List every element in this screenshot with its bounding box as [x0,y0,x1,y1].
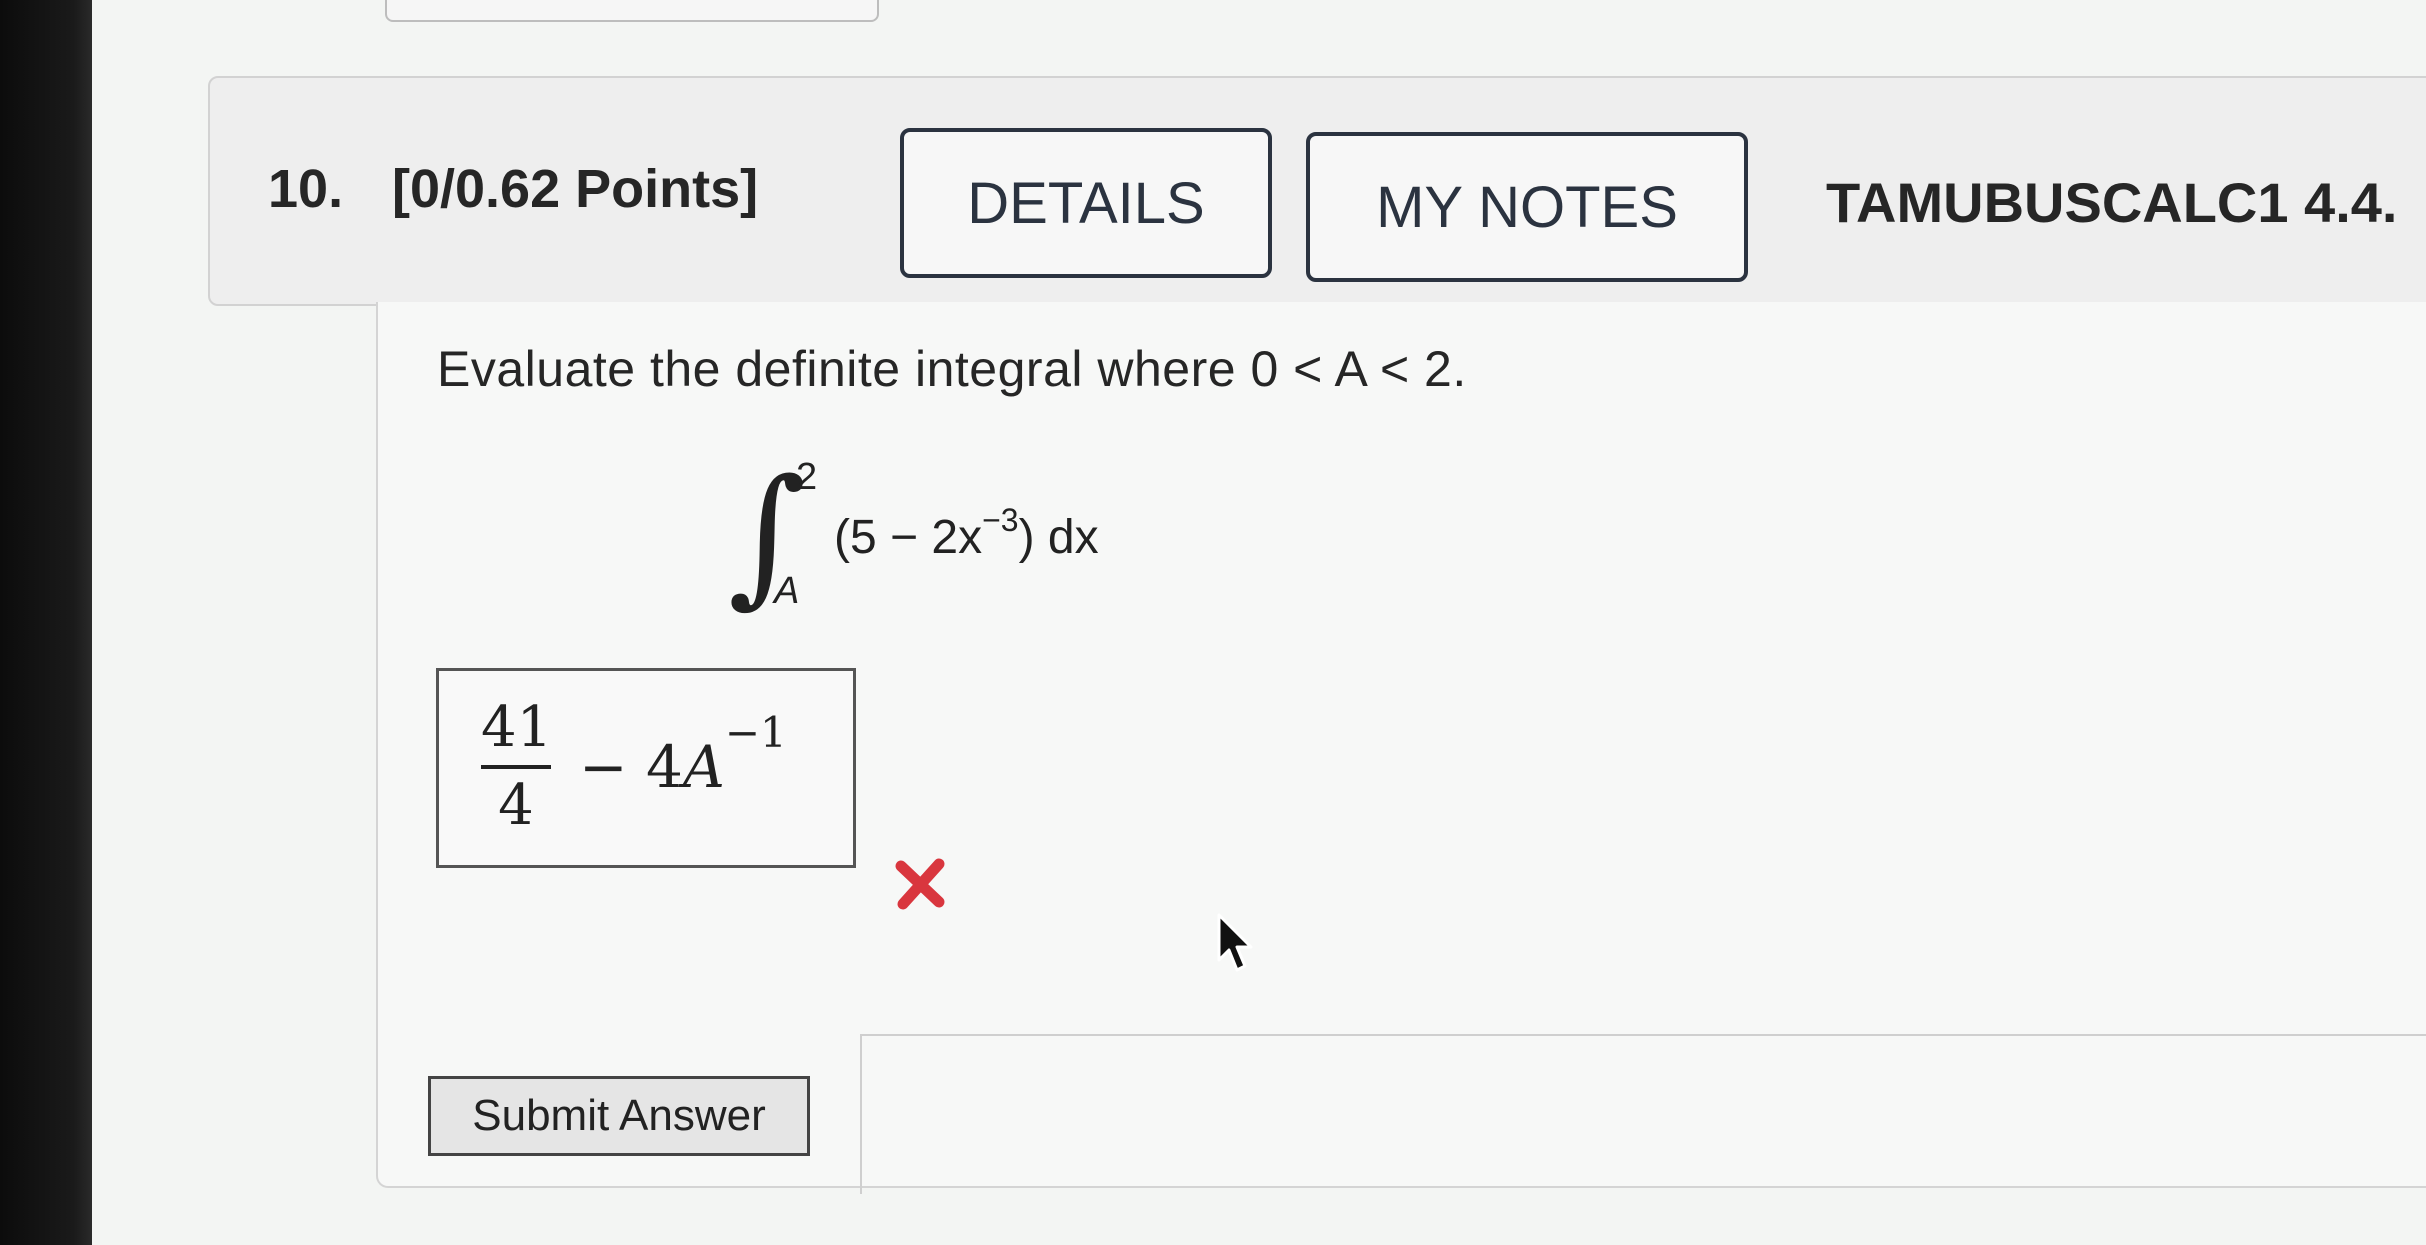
question-number: 10. [268,159,344,219]
mouse-cursor-icon [1217,913,1253,972]
answer-input[interactable]: 41 4 − 4A−1 [436,668,856,868]
integral-upper-limit: 2 [796,456,818,498]
answer-exponent: −1 [724,708,787,757]
integrand-base: (5 − 2x [834,511,983,564]
integrand-exponent: −3 [982,502,1019,538]
panel-divider-vertical [860,1034,862,1194]
problem-prompt: Evaluate the definite integral where 0 <… [437,341,1467,397]
my-notes-button[interactable]: MY NOTES [1306,132,1748,282]
x-mark-icon [895,858,945,910]
answer-coefficient: − 4 [579,733,683,801]
previous-question-panel-edge [385,0,879,22]
answer-term: − 4A−1 [579,712,787,802]
answer-variable: A [682,733,725,801]
screen-bezel [0,0,92,1245]
fraction-denominator: 4 [498,773,534,838]
integral-lower-limit: A [774,570,800,612]
integrand: (5 − 2x−3) dx [834,504,1099,565]
question-points: [0/0.62 Points] [392,159,759,219]
integrand-differential: ) dx [1018,511,1099,564]
panel-divider [860,1034,2426,1036]
fraction-bar [481,765,551,769]
details-button[interactable]: DETAILS [900,128,1272,278]
fraction-numerator: 41 [481,695,553,760]
answer-fraction: 41 4 [481,693,553,841]
integral-expression: ∫ 2 A (5 − 2x−3) dx [728,456,1248,620]
submit-answer-button[interactable]: Submit Answer [428,1076,810,1156]
course-section-code: TAMUBUSCALC1 4.4. [1826,171,2398,234]
